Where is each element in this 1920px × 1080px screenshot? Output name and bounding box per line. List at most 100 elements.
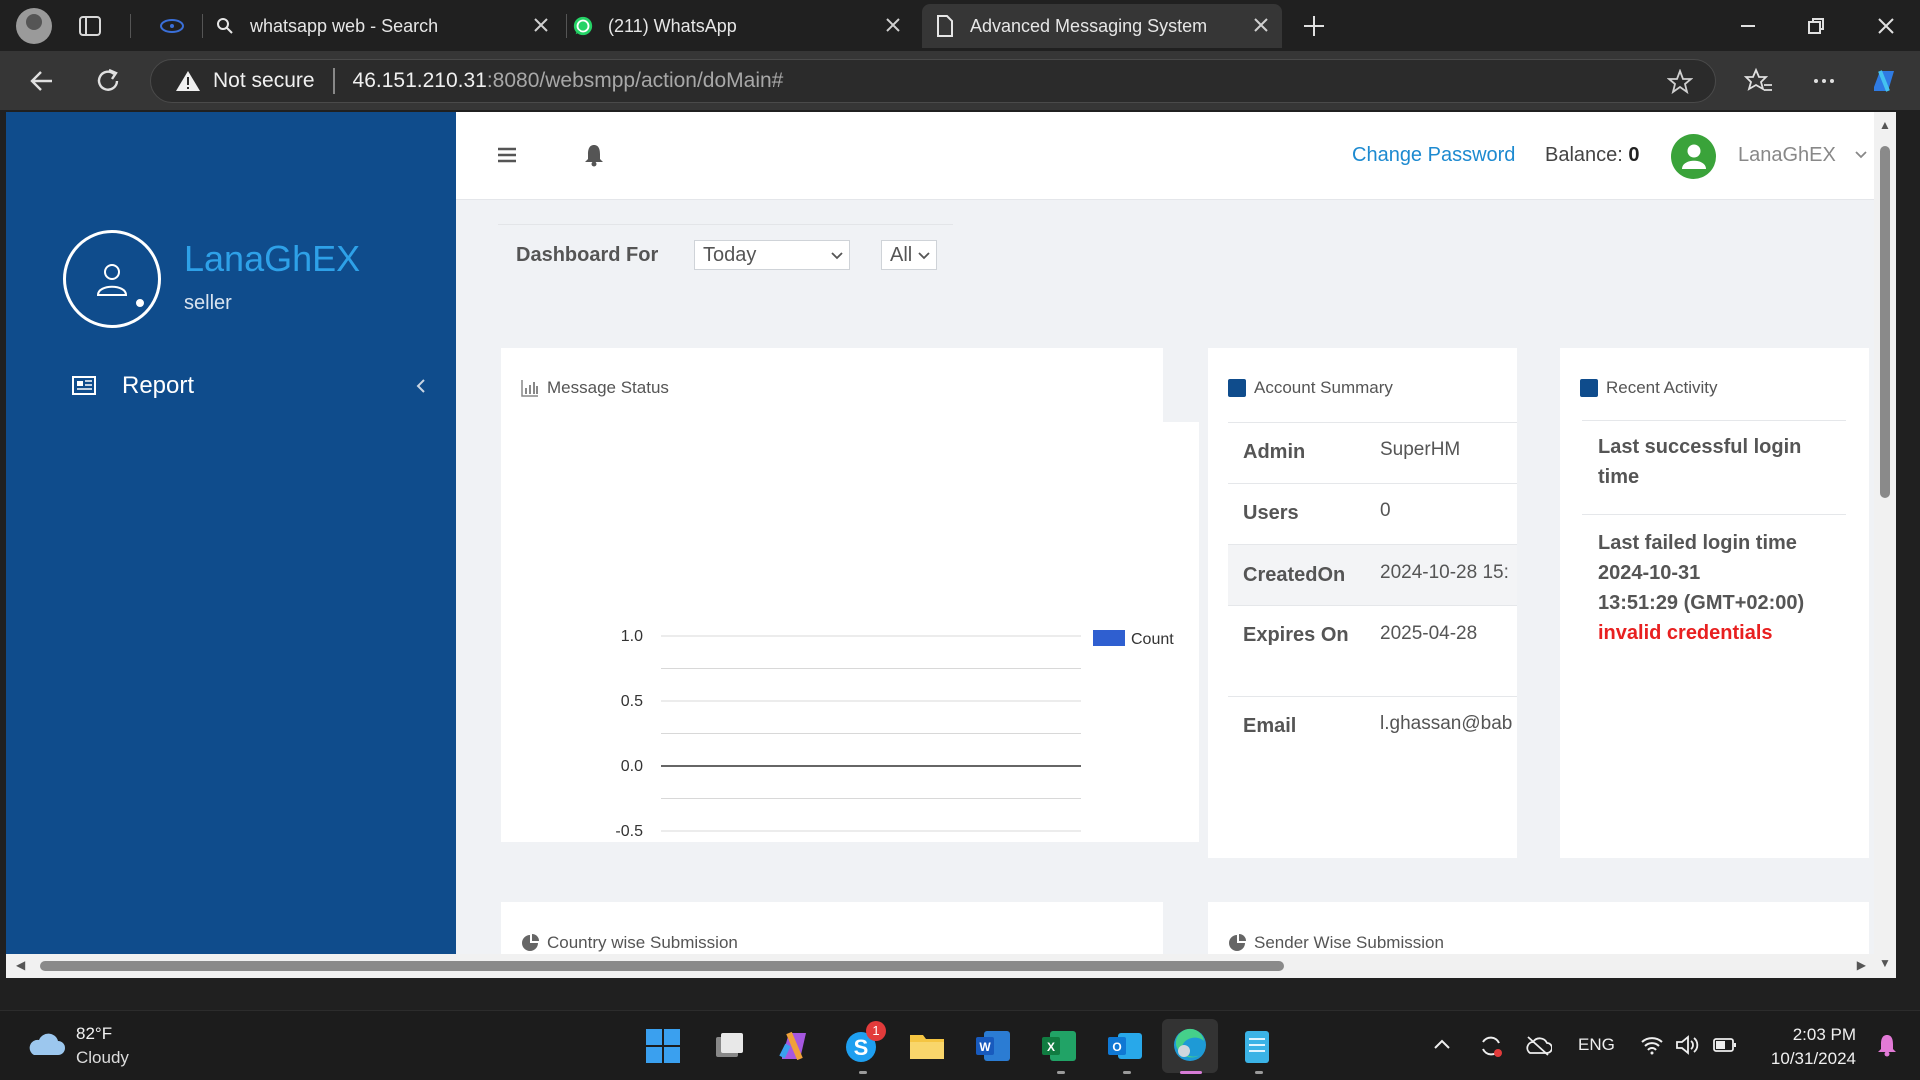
legend-swatch	[1093, 630, 1125, 646]
tab-title: whatsapp web - Search	[250, 15, 439, 36]
close-icon[interactable]	[530, 14, 552, 36]
windows-start-icon[interactable]	[642, 1025, 684, 1067]
horizontal-scrollbar-thumb[interactable]	[40, 961, 1284, 971]
whatsapp-icon	[572, 15, 594, 37]
period-select-value: Today	[703, 243, 757, 266]
tab-advanced-messaging[interactable]: Advanced Messaging System	[922, 4, 1282, 48]
square-icon	[1580, 379, 1598, 397]
table-row: Expires On 2025-04-28	[1228, 605, 1517, 696]
table-row: Users 0	[1228, 483, 1517, 544]
tab-actions-icon[interactable]	[74, 10, 106, 42]
page-viewport: LanaGhEX seller Report Change Password B…	[6, 112, 1896, 978]
sidebar: LanaGhEX seller Report	[6, 112, 456, 978]
copilot-icon[interactable]	[1868, 65, 1900, 97]
warning-icon[interactable]	[175, 69, 201, 93]
skype-app[interactable]: S 1	[840, 1021, 886, 1067]
sync-icon[interactable]	[1478, 1033, 1504, 1059]
svg-text:S: S	[854, 1035, 869, 1060]
cloud-icon[interactable]	[26, 1029, 66, 1059]
svg-text:O: O	[1112, 1040, 1121, 1054]
chevron-up-icon[interactable]	[1432, 1035, 1452, 1055]
online-status-dot	[134, 297, 146, 309]
table-row: Admin SuperHM	[1228, 422, 1517, 483]
workspace-icon[interactable]	[156, 10, 188, 42]
period-select[interactable]: Today	[694, 240, 850, 270]
profile-avatar[interactable]	[16, 8, 52, 44]
user-menu-name[interactable]: LanaGhEX	[1738, 144, 1836, 167]
vertical-scrollbar-thumb[interactable]	[1880, 146, 1890, 498]
message-status-chart: 1.00.50.0-0.5-1.0SubmittedProcessedDeliv…	[615, 628, 1174, 926]
favorites-icon[interactable]	[1742, 65, 1774, 97]
chevron-down-icon[interactable]	[1854, 150, 1868, 160]
row-key: CreatedOn	[1243, 564, 1346, 586]
table-row: CreatedOn 2024-10-28 15:	[1228, 544, 1517, 605]
row-key: Users	[1243, 502, 1299, 524]
user-icon	[96, 264, 128, 296]
weather-temperature[interactable]: 82°F	[76, 1024, 112, 1044]
chevron-left-icon[interactable]	[414, 377, 428, 395]
bar-chart-icon	[521, 380, 538, 397]
browser-tab-strip: whatsapp web - Search (211) WhatsApp Adv…	[0, 0, 1920, 51]
more-icon[interactable]	[1808, 65, 1840, 97]
weather-description[interactable]: Cloudy	[76, 1048, 129, 1068]
onedrive-icon[interactable]	[1524, 1033, 1552, 1057]
file-explorer-icon[interactable]	[906, 1025, 948, 1067]
row-value: 2024-10-28 15:	[1380, 562, 1509, 583]
top-navbar: Change Password Balance: 0 LanaGhEX	[456, 112, 1896, 200]
notepad-icon[interactable]	[1236, 1025, 1278, 1067]
refresh-icon[interactable]	[92, 65, 124, 97]
close-icon[interactable]	[1250, 14, 1272, 36]
system-clock[interactable]: 2:03 PM 10/31/2024	[1771, 1023, 1856, 1071]
vertical-scrollbar[interactable]: ▲ ▼	[1874, 112, 1896, 978]
restore-icon[interactable]	[1802, 12, 1830, 40]
copilot-icon[interactable]	[774, 1025, 816, 1067]
square-icon	[1228, 379, 1246, 397]
balance-label: Balance:	[1545, 144, 1623, 166]
edge-app[interactable]	[1162, 1019, 1218, 1073]
svg-text:X: X	[1047, 1040, 1055, 1054]
browser-toolbar: Not secure 46.151.210.31 :8080/websmpp/a…	[0, 51, 1920, 110]
language-indicator[interactable]: ENG	[1578, 1035, 1615, 1055]
horizontal-scrollbar[interactable]: ◀ ▶	[6, 954, 1874, 978]
country-submission-card: Country wise Submission	[501, 902, 1163, 962]
favorite-star-icon[interactable]	[1667, 69, 1693, 95]
last-successful-login-label: Last successful login time	[1598, 436, 1802, 488]
minimize-icon[interactable]	[1734, 12, 1762, 40]
back-icon[interactable]	[26, 65, 58, 97]
sidebar-item-report[interactable]: Report	[70, 366, 440, 406]
new-tab-icon[interactable]	[1298, 10, 1330, 42]
excel-icon[interactable]: X	[1038, 1025, 1080, 1067]
search-icon	[214, 15, 236, 37]
sidebar-avatar	[63, 230, 161, 328]
notification-bell-icon[interactable]	[1876, 1033, 1898, 1057]
not-secure-label[interactable]: Not secure	[213, 69, 315, 93]
chevron-down-icon	[918, 252, 930, 260]
user-avatar[interactable]	[1671, 134, 1716, 179]
chevron-down-icon	[831, 252, 843, 260]
clock-time: 2:03 PM	[1792, 1025, 1856, 1044]
address-bar[interactable]: Not secure 46.151.210.31 :8080/websmpp/a…	[150, 59, 1716, 103]
scope-select[interactable]: All	[881, 240, 937, 270]
task-view-icon[interactable]	[708, 1025, 750, 1067]
volume-icon[interactable]	[1674, 1034, 1700, 1056]
y-tick-label: 1.0	[621, 628, 643, 645]
tab-search[interactable]: whatsapp web - Search	[214, 4, 562, 48]
country-submission-title: Country wise Submission	[521, 933, 738, 953]
tab-title: (211) WhatsApp	[608, 15, 737, 36]
outlook-icon[interactable]: O	[1104, 1025, 1146, 1067]
hamburger-menu-icon[interactable]	[496, 146, 518, 164]
recent-activity-title: Recent Activity	[1580, 378, 1718, 398]
close-icon[interactable]	[882, 14, 904, 36]
wifi-icon[interactable]	[1640, 1035, 1664, 1055]
sidebar-role: seller	[184, 292, 232, 314]
change-password-link[interactable]: Change Password	[1352, 144, 1515, 167]
recent-activity-card: Recent Activity Last successful login ti…	[1560, 348, 1869, 858]
word-icon[interactable]: W	[972, 1025, 1014, 1067]
bell-icon[interactable]	[583, 143, 605, 167]
pie-chart-icon	[1229, 934, 1246, 951]
battery-icon[interactable]	[1712, 1034, 1738, 1056]
tab-whatsapp[interactable]: (211) WhatsApp	[572, 4, 914, 48]
window-close-icon[interactable]	[1872, 12, 1900, 40]
row-key: Admin	[1243, 441, 1306, 463]
y-tick-label: -0.5	[615, 823, 643, 840]
